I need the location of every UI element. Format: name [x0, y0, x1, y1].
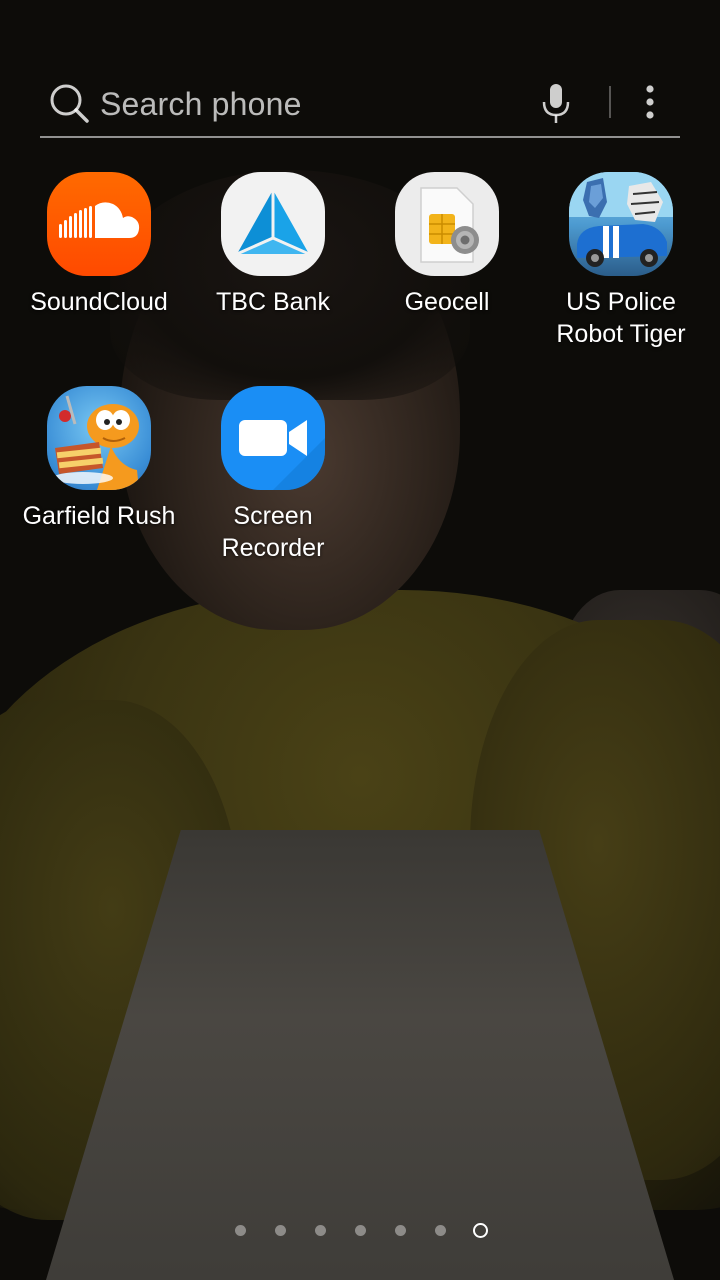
app-label-line: TBC Bank: [216, 288, 330, 316]
more-vert-icon[interactable]: [638, 82, 662, 124]
search-placeholder[interactable]: Search phone: [100, 84, 302, 124]
us-police-robot-tiger-icon[interactable]: [569, 172, 673, 276]
page-dot[interactable]: [394, 1225, 406, 1236]
app-label: SoundCloud: [12, 286, 186, 318]
app-label: Garfield Rush: [12, 500, 186, 532]
app-label: Geocell: [360, 286, 534, 318]
app-label-line: SoundCloud: [30, 288, 168, 316]
app-label-line: Garfield Rush: [22, 502, 176, 530]
search-bar[interactable]: Search phone: [40, 70, 680, 138]
app-label-line: Recorder: [221, 534, 325, 562]
app-label: US Police Robot Tiger: [534, 286, 708, 350]
app-label: TBC Bank: [186, 286, 360, 318]
app-geocell[interactable]: Geocell: [360, 172, 534, 318]
app-label-line: Screen: [233, 502, 313, 530]
page-dot-active[interactable]: [472, 1223, 488, 1238]
mic-icon[interactable]: [540, 82, 572, 126]
page-dot[interactable]: [274, 1225, 286, 1236]
soundcloud-icon[interactable]: [47, 172, 151, 276]
page-dot[interactable]: [354, 1225, 366, 1236]
app-screen-recorder[interactable]: Screen Recorder: [186, 386, 360, 564]
app-tbc-bank[interactable]: TBC Bank: [186, 172, 360, 318]
app-garfield-rush[interactable]: Garfield Rush: [12, 386, 186, 532]
app-label-line: US Police: [566, 288, 676, 316]
page-dot[interactable]: [314, 1225, 326, 1236]
app-soundcloud[interactable]: SoundCloud: [12, 172, 186, 318]
app-label: Screen Recorder: [186, 500, 360, 564]
tbc-bank-icon[interactable]: [221, 172, 325, 276]
geocell-sim-icon[interactable]: [395, 172, 499, 276]
screen-recorder-icon[interactable]: [221, 386, 325, 490]
search-icon[interactable]: [48, 82, 90, 124]
app-label-line: Robot Tiger: [556, 320, 686, 348]
page-dot[interactable]: [434, 1225, 446, 1236]
page-dot[interactable]: [234, 1225, 246, 1236]
page-indicator[interactable]: [0, 1220, 720, 1242]
garfield-rush-icon[interactable]: [47, 386, 151, 490]
app-us-police-robot-tiger[interactable]: US Police Robot Tiger: [534, 172, 708, 350]
app-label-line: Geocell: [404, 288, 490, 316]
search-divider: [609, 86, 611, 118]
